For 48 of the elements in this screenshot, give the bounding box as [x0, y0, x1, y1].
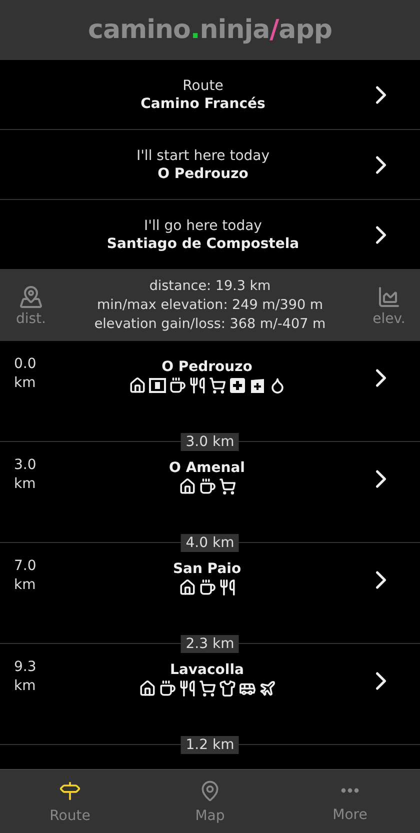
house-icon	[178, 478, 196, 495]
distance-icon[interactable]	[19, 284, 43, 308]
laundry-icon	[218, 680, 236, 697]
nav-tab[interactable]: Map	[140, 770, 280, 833]
stop-distance: 0.0 km	[14, 355, 38, 393]
picker-value[interactable]: Camino Francés	[140, 96, 266, 112]
distance-label[interactable]: dist.	[16, 310, 46, 326]
summary-line: distance: 19.3 km	[149, 277, 271, 296]
cafe-icon	[198, 478, 216, 495]
stop-name[interactable]: Lavacolla	[170, 662, 244, 678]
stop-name[interactable]: O Pedrouzo	[162, 359, 252, 375]
segment-distance: 2.3 km	[180, 635, 240, 653]
house-icon	[178, 579, 196, 596]
stop-distance: 9.3 km	[14, 658, 38, 696]
summary-line: elevation gain/loss: 368 m/-407 m	[94, 315, 326, 334]
picker-label: I'll start here today	[136, 148, 270, 164]
nav-tab[interactable]: Route	[0, 770, 140, 833]
shop-icon	[218, 478, 236, 495]
elevation-label[interactable]: elev.	[372, 310, 406, 326]
restaurant-icon	[178, 680, 196, 697]
house-icon	[138, 680, 156, 697]
restaurant-icon	[218, 579, 236, 596]
cafe-icon	[158, 680, 176, 697]
app-logo: camino.ninja/app	[88, 15, 332, 45]
summary-line: min/max elevation: 249 m/390 m	[97, 296, 323, 315]
shop-icon	[198, 680, 216, 697]
house-icon	[128, 377, 146, 394]
cafe-icon	[198, 579, 216, 596]
cafe-icon	[168, 377, 186, 394]
stop-distance: 3.0 km	[14, 456, 38, 494]
stop-name[interactable]: San Paio	[172, 561, 242, 577]
nav-tab[interactable]: More	[280, 770, 420, 833]
picker-value[interactable]: O Pedrouzo	[158, 166, 248, 182]
restaurant-icon	[188, 377, 206, 394]
picker-label: I'll go here today	[144, 218, 262, 234]
medical-cross-icon	[228, 377, 246, 394]
shop-icon	[208, 377, 226, 394]
segment-distance: 4.0 km	[180, 534, 240, 552]
segment-distance: 3.0 km	[180, 433, 240, 451]
picker-label: Route	[182, 78, 224, 94]
stop-name[interactable]: O Amenal	[169, 460, 245, 476]
elevation-icon[interactable]	[377, 284, 401, 308]
segment-distance: 1.2 km	[180, 736, 240, 754]
stop-distance: 7.0 km	[14, 557, 38, 595]
pharmacy-icon	[248, 377, 266, 394]
plane-icon	[258, 680, 276, 697]
water-icon	[268, 377, 286, 394]
picker-value[interactable]: Santiago de Compostela	[106, 236, 300, 252]
